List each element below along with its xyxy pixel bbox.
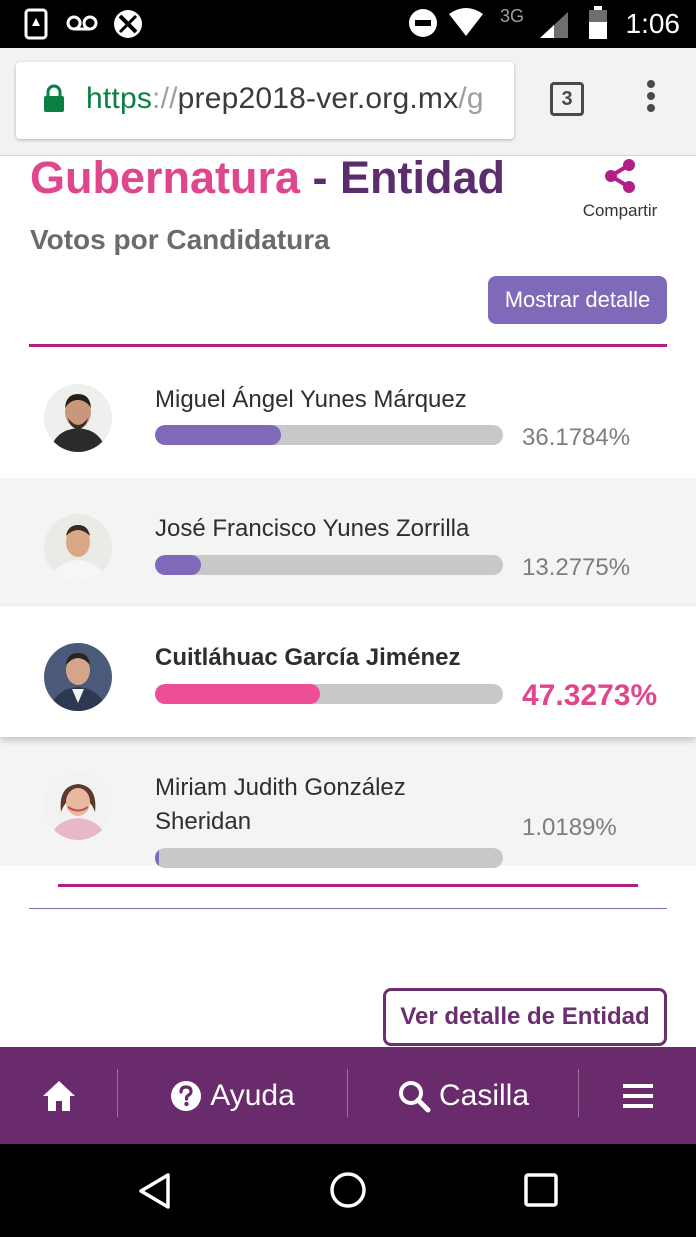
nav-casilla-label: Casilla (438, 1078, 530, 1112)
vote-percent: 47.3273% (522, 679, 658, 712)
vote-bar (155, 848, 503, 868)
share-label: Compartir (582, 201, 658, 220)
candidate-row: Miguel Ángel Yunes Márquez 36.1784% (0, 348, 696, 478)
tab-switcher-button[interactable]: 3 (550, 82, 584, 116)
vote-percent: 36.1784% (522, 424, 631, 451)
wifi-icon (449, 8, 483, 36)
vote-bar-fill (155, 425, 281, 445)
clock: 1:06 (625, 8, 681, 39)
url-text: https://prep2018-ver.org.mx/g (86, 82, 484, 116)
show-detail-button[interactable]: Mostrar detalle (488, 276, 667, 324)
do-not-disturb-icon (409, 9, 437, 37)
nav-help-label: Ayuda (210, 1078, 295, 1112)
vote-bar-fill (155, 848, 159, 868)
vote-percent: 1.0189% (522, 814, 617, 841)
no-sync-icon (114, 10, 142, 38)
browser-toolbar: https://prep2018-ver.org.mx/g 3 (0, 48, 696, 156)
candidate-row: Miriam Judith González Sheridan 1.0189% (0, 736, 696, 868)
url-host: prep2018-ver.org.mx (177, 82, 459, 115)
signal-icon (540, 12, 568, 38)
title-office: Gubernatura (30, 152, 301, 203)
vote-bar (155, 684, 503, 704)
home-icon (42, 1080, 75, 1111)
search-icon (398, 1080, 431, 1112)
lock-icon (44, 84, 64, 112)
candidate-name: Cuitláhuac García Jiménez (155, 644, 461, 671)
candidate-avatar (44, 384, 112, 452)
system-nav-bar (0, 1144, 696, 1237)
section-subtitle: Votos por Candidatura (30, 224, 330, 255)
share-icon (605, 159, 635, 193)
bottom-nav: Ayuda Casilla (0, 1047, 696, 1144)
vote-bar-fill (155, 555, 202, 575)
candidate-avatar (44, 772, 112, 840)
vote-percent: 13.2775% (522, 554, 631, 581)
hamburger-menu-icon (622, 1083, 653, 1108)
browser-menu-icon[interactable] (640, 80, 662, 120)
candidate-avatar (44, 514, 112, 582)
title-separator: - (300, 152, 341, 203)
candidate-name-line1: Miriam Judith González (155, 774, 406, 801)
candidate-name: Miguel Ángel Yunes Márquez (155, 386, 467, 413)
nav-help[interactable]: Ayuda (118, 1047, 347, 1144)
status-bar: 3G 1:06 (0, 0, 696, 48)
divider (58, 884, 638, 887)
candidate-name: José Francisco Yunes Zorrilla (155, 515, 470, 542)
divider (29, 344, 667, 347)
url-path: /g (458, 82, 484, 115)
battery-icon (589, 6, 607, 39)
entity-detail-button[interactable]: Ver detalle de Entidad (383, 988, 667, 1046)
phone-sync-icon (24, 8, 48, 40)
page-title: Gubernatura - Entidad (30, 152, 505, 204)
nav-casilla[interactable]: Casilla (348, 1047, 578, 1144)
help-icon (171, 1080, 202, 1111)
share-button[interactable]: Compartir (572, 158, 668, 221)
address-bar[interactable]: https://prep2018-ver.org.mx/g (16, 62, 514, 139)
title-scope: Entidad (340, 152, 506, 203)
candidate-avatar (44, 643, 112, 711)
url-separator: :// (152, 82, 178, 115)
candidate-name-line2: Sheridan (155, 808, 252, 835)
network-type: 3G (500, 6, 525, 26)
vote-bar (155, 555, 503, 575)
back-icon[interactable] (136, 1172, 174, 1210)
url-scheme: https (86, 82, 153, 115)
nav-home[interactable] (0, 1047, 117, 1144)
home-circle-icon[interactable] (328, 1170, 368, 1210)
nav-menu[interactable] (579, 1047, 696, 1144)
recents-icon[interactable] (523, 1172, 559, 1208)
vote-bar (155, 425, 503, 445)
divider (29, 908, 667, 909)
vote-bar-fill (155, 684, 320, 704)
voicemail-icon (66, 15, 98, 31)
candidate-row: José Francisco Yunes Zorrilla 13.2775% (0, 478, 696, 606)
candidate-row-leading: Cuitláhuac García Jiménez 47.3273% (0, 607, 696, 737)
